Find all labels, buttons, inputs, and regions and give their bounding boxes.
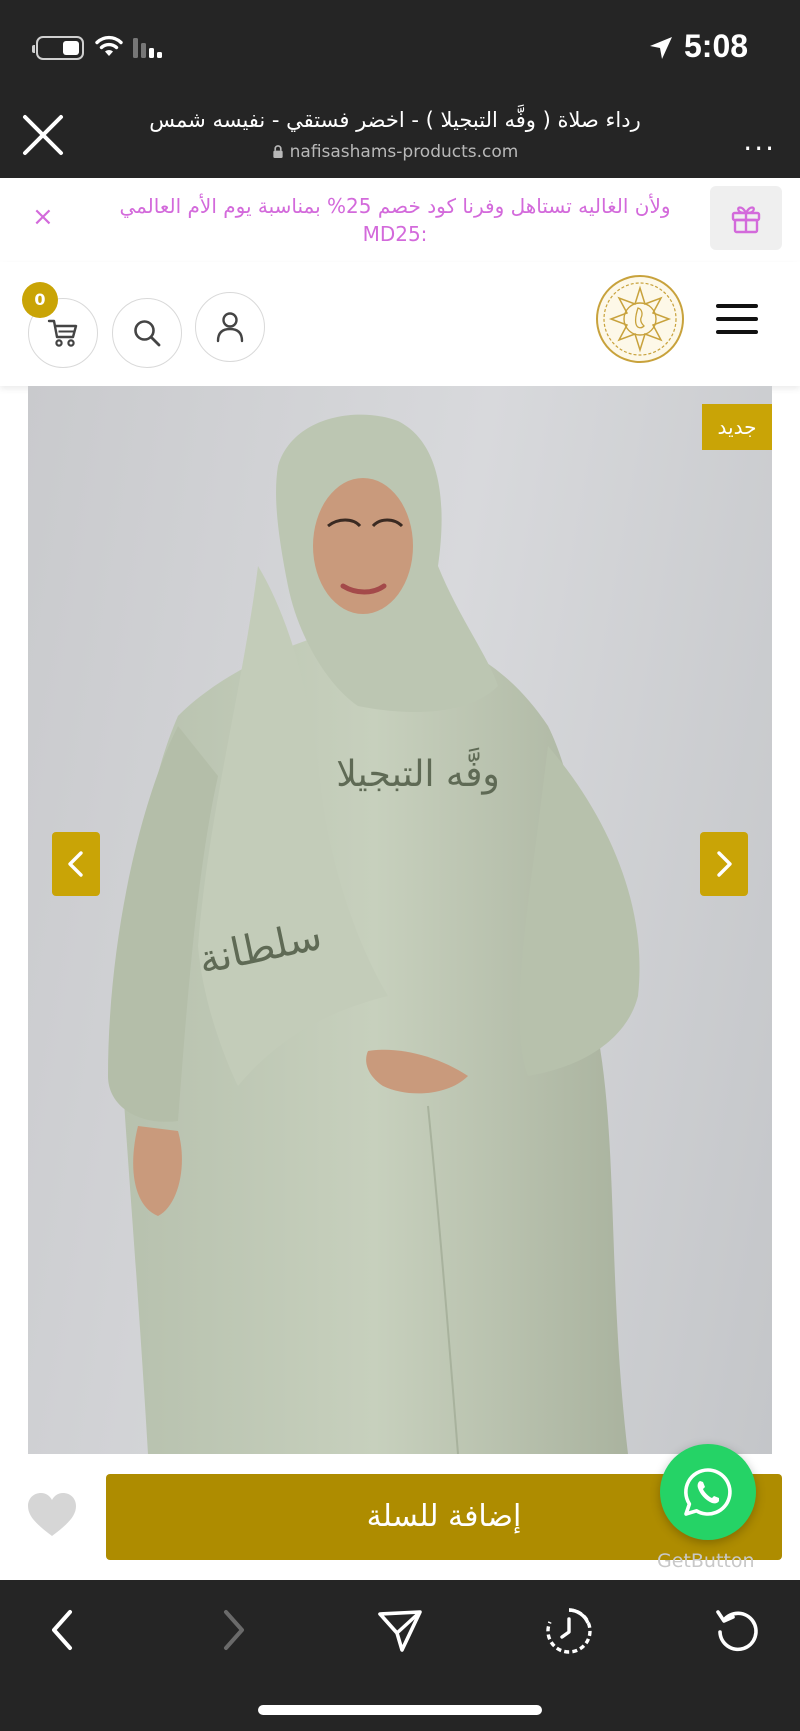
gift-button[interactable] [710, 186, 782, 250]
search-button[interactable] [112, 298, 182, 368]
chevron-left-icon [68, 851, 83, 877]
previous-image-button[interactable] [52, 832, 100, 896]
url-text: nafisashams-products.com [289, 142, 519, 162]
location-arrow-icon [650, 37, 672, 59]
signal-icon [133, 38, 162, 58]
close-browser-button[interactable] [20, 112, 66, 158]
home-indicator[interactable] [258, 1705, 542, 1715]
share-icon[interactable] [376, 1606, 424, 1654]
promo-banner: × ولأن الغاليه تستاهل وفرنا كود خصم 25% … [0, 178, 800, 262]
user-icon [216, 312, 244, 343]
promo-text: ولأن الغاليه تستاهل وفرنا كود خصم 25% بم… [119, 194, 671, 246]
reload-icon[interactable] [714, 1606, 762, 1654]
brand-logo[interactable] [595, 274, 685, 364]
whatsapp-chat-button[interactable] [660, 1444, 756, 1540]
product-image[interactable]: وفَّه التبجيلا سلطانة [28, 386, 772, 1454]
menu-button[interactable] [716, 304, 758, 338]
more-options-button[interactable]: ... [743, 124, 776, 157]
wifi-icon [95, 35, 123, 56]
search-icon [134, 320, 161, 347]
page-url: nafisashams-products.com [90, 142, 700, 162]
whatsapp-icon [684, 1468, 732, 1516]
getbutton-label[interactable]: GetButton [657, 1550, 755, 1572]
browser-header: رداء صلاة ( وفَّه التبجيلا ) - اخضر فستق… [0, 92, 800, 178]
status-time: 5:08 [684, 28, 749, 64]
forward-icon[interactable] [212, 1606, 252, 1654]
history-icon[interactable] [544, 1606, 594, 1656]
status-bar: 5:08 [0, 0, 800, 92]
lock-icon [272, 145, 283, 158]
account-button[interactable] [195, 292, 265, 362]
back-icon[interactable] [44, 1606, 84, 1654]
site-header: 0 [0, 262, 800, 386]
cart-icon [47, 319, 78, 347]
product-photo: وفَّه التبجيلا سلطانة [108, 414, 640, 1454]
battery-icon [32, 36, 84, 60]
cart-count-badge: 0 [22, 282, 58, 318]
gift-icon [731, 206, 761, 234]
promo-close-button[interactable]: × [32, 202, 54, 232]
next-image-button[interactable] [700, 832, 748, 896]
new-badge: جديد [702, 404, 772, 450]
page-title: رداء صلاة ( وفَّه التبجيلا ) - اخضر فستق… [149, 108, 641, 132]
embroidery-text-1: وفَّه التبجيلا [336, 746, 500, 795]
chevron-right-icon [717, 851, 732, 877]
heart-icon[interactable] [26, 1492, 78, 1538]
